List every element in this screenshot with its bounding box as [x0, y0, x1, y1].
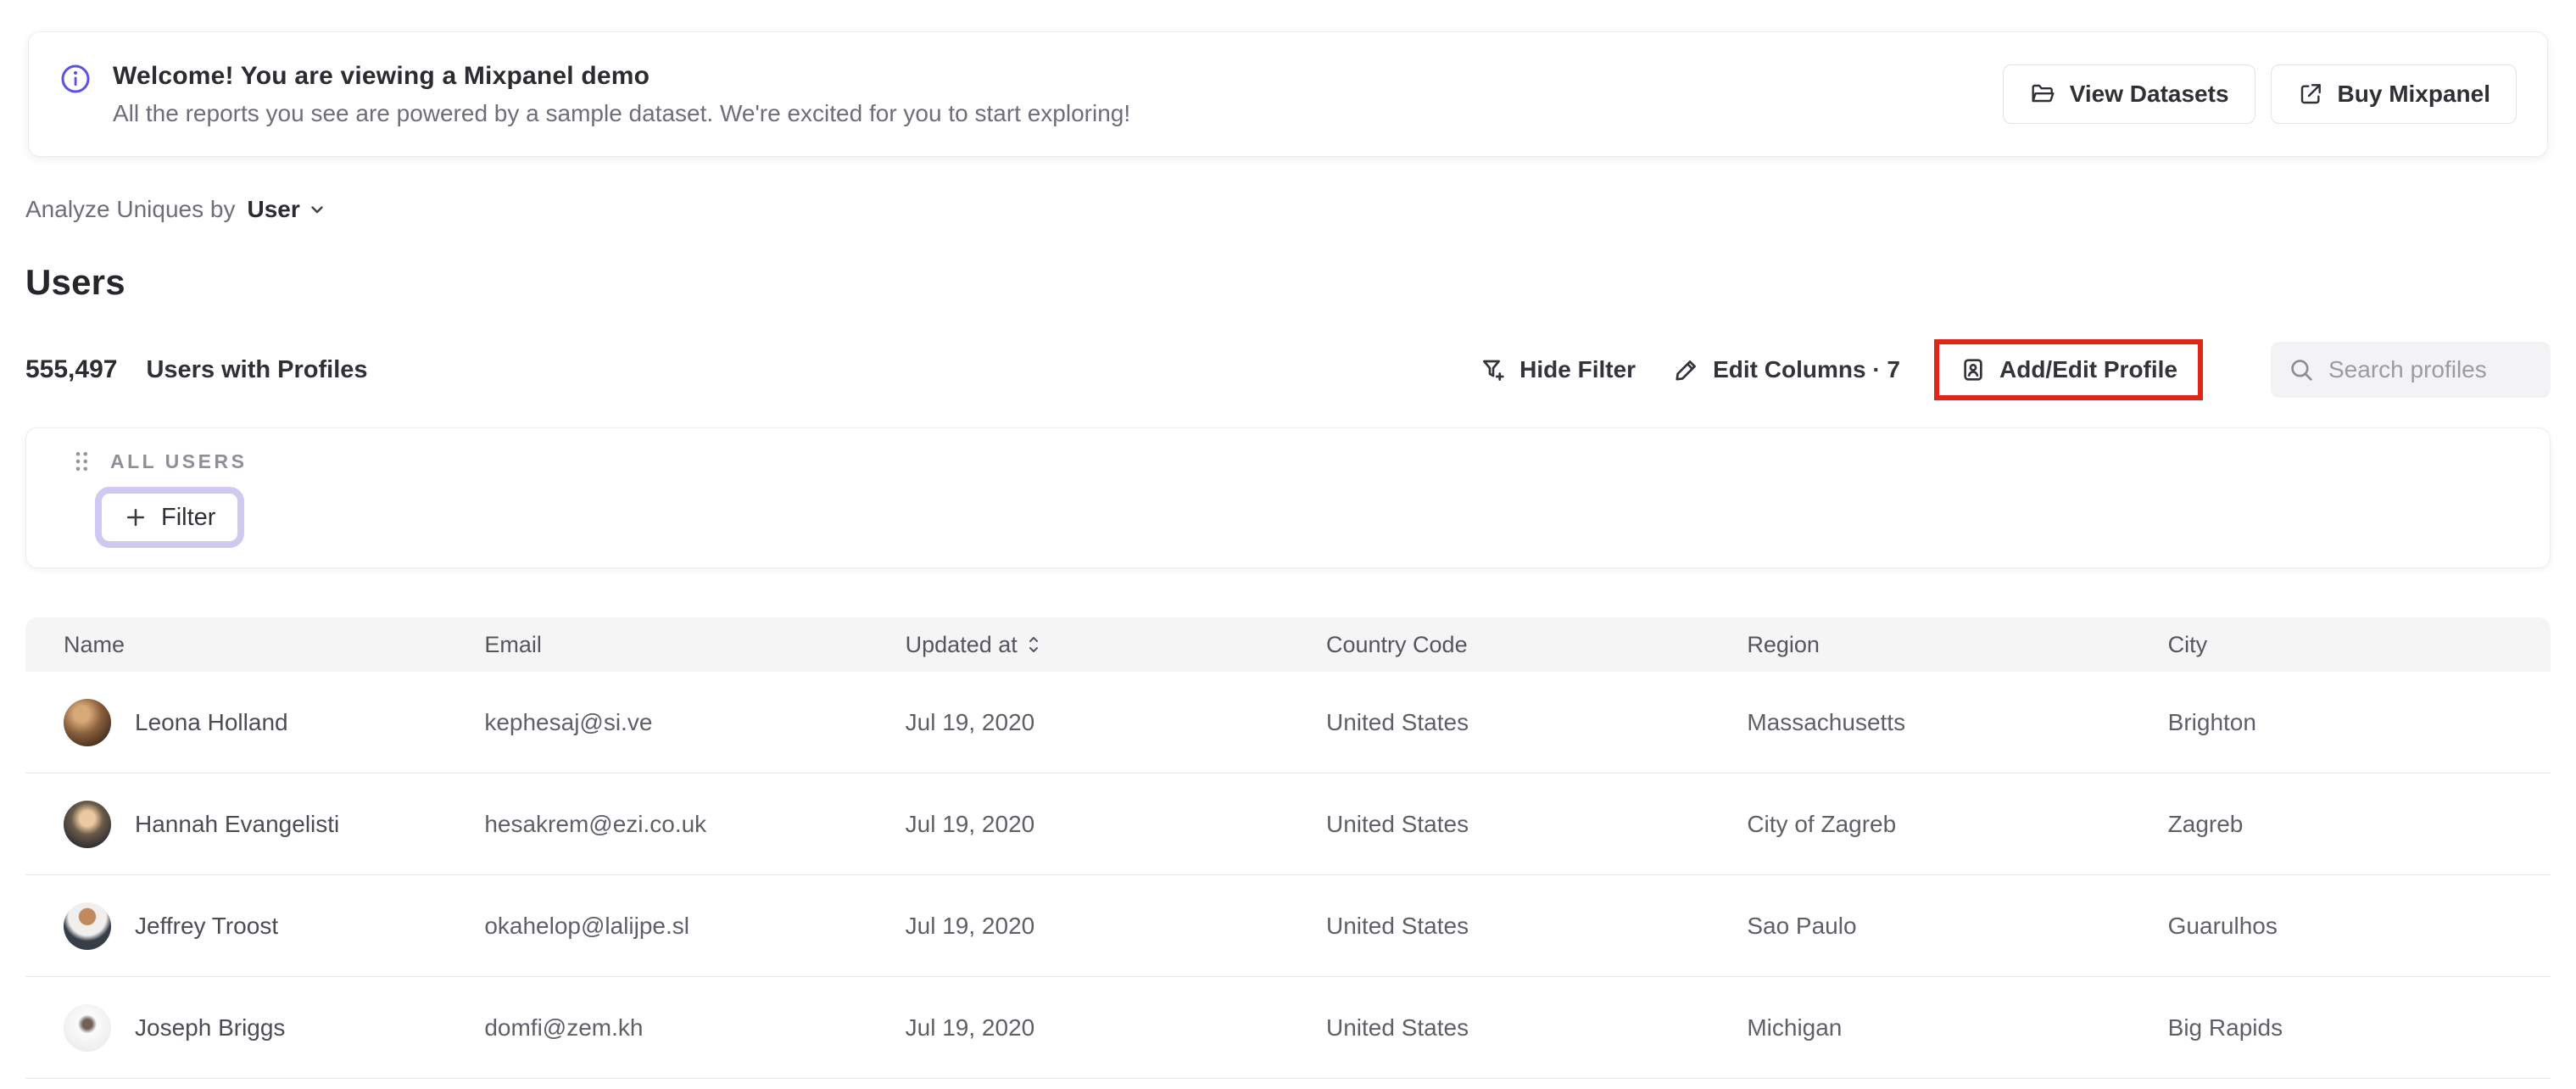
user-email: okahelop@lalijpe.sl: [484, 912, 690, 939]
add-edit-profile-label: Add/Edit Profile: [1999, 356, 2177, 383]
user-name: Leona Holland: [135, 708, 288, 735]
column-header-country-code[interactable]: Country Code: [1288, 632, 1709, 658]
hide-filter-button[interactable]: Hide Filter: [1480, 356, 1636, 383]
avatar: [64, 902, 111, 950]
column-header-name[interactable]: Name: [25, 632, 446, 658]
analyze-uniques-by-label: Analyze Uniques by: [25, 196, 236, 222]
info-icon: [61, 64, 90, 92]
column-header-email[interactable]: Email: [446, 632, 867, 658]
pencil-icon: [1676, 360, 1697, 381]
summary-toolbar-row: 555,497 Users with Profiles Hide Filter …: [25, 335, 2551, 405]
view-datasets-label: View Datasets: [2069, 81, 2229, 107]
page-title: Users: [25, 262, 125, 302]
user-name: Jeffrey Troost: [135, 912, 279, 939]
user-email: hesakrem@ezi.co.uk: [484, 810, 707, 837]
table-row[interactable]: Hannah Evangelisti hesakrem@ezi.co.uk Ju…: [25, 773, 2551, 875]
profiles-count: 555,497: [25, 355, 118, 383]
folder-open-icon: [2032, 84, 2055, 103]
user-country: United States: [1326, 912, 1469, 939]
highlight-box: Add/Edit Profile: [1934, 339, 2203, 400]
avatar: [64, 1003, 111, 1052]
external-link-icon: [2300, 84, 2321, 104]
avatar: [64, 698, 111, 746]
add-edit-profile-button[interactable]: Add/Edit Profile: [1960, 356, 2177, 383]
plus-icon: [126, 508, 145, 527]
user-updated-at: Jul 19, 2020: [905, 912, 1035, 939]
breadcrumb: Analyze Uniques by User: [25, 196, 2551, 223]
filter-funnel-icon: [1483, 360, 1504, 381]
search-icon: [2291, 360, 2312, 381]
user-name: Joseph Briggs: [135, 1014, 286, 1041]
user-city: Zagreb: [2167, 810, 2244, 837]
profile-card-icon: [1964, 359, 1982, 381]
edit-columns-button[interactable]: Edit Columns · 7: [1673, 356, 1900, 383]
table-row[interactable]: Jeffrey Troost okahelop@lalijpe.sl Jul 1…: [25, 875, 2551, 977]
user-updated-at: Jul 19, 2020: [905, 1014, 1035, 1041]
table-row[interactable]: Joseph Briggs domfi@zem.kh Jul 19, 2020 …: [25, 977, 2551, 1079]
add-filter-label: Filter: [161, 503, 216, 531]
demo-banner: Welcome! You are viewing a Mixpanel demo…: [28, 31, 2548, 157]
user-country: United States: [1326, 708, 1469, 735]
user-region: Michigan: [1747, 1014, 1843, 1041]
all-users-group-label: ALL USERS: [110, 450, 248, 472]
table-row[interactable]: Leona Holland kephesaj@si.ve Jul 19, 202…: [25, 672, 2551, 773]
user-name: Hannah Evangelisti: [135, 810, 340, 837]
user-city: Brighton: [2167, 708, 2256, 735]
buy-mixpanel-label: Buy Mixpanel: [2337, 81, 2490, 107]
search-profiles-input[interactable]: [2328, 356, 2534, 383]
user-email: domfi@zem.kh: [484, 1014, 644, 1041]
user-country: United States: [1326, 810, 1469, 837]
buy-mixpanel-button[interactable]: Buy Mixpanel: [2270, 64, 2517, 124]
filter-panel: ALL USERS Filter: [25, 427, 2551, 568]
view-datasets-button[interactable]: View Datasets: [2002, 64, 2255, 124]
user-city: Big Rapids: [2167, 1014, 2283, 1041]
avatar: [64, 800, 111, 848]
drag-handle-icon[interactable]: [71, 449, 93, 474]
column-header-city[interactable]: City: [2130, 632, 2551, 658]
profiles-count-label: Users with Profiles: [146, 355, 368, 383]
user-city: Guarulhos: [2167, 912, 2278, 939]
analyze-by-dropdown[interactable]: User: [247, 196, 326, 223]
table-header-row: Name Email Updated at Country Code Regio…: [25, 617, 2551, 672]
edit-columns-label: Edit Columns · 7: [1713, 356, 1900, 383]
banner-title: Welcome! You are viewing a Mixpanel demo: [113, 61, 650, 90]
user-country: United States: [1326, 1014, 1469, 1041]
profiles-table: Name Email Updated at Country Code Regio…: [25, 617, 2551, 1079]
user-updated-at: Jul 19, 2020: [905, 810, 1035, 837]
profiles-toolbar: Hide Filter Edit Columns · 7 Add/Edit Pr…: [1480, 339, 2551, 400]
user-updated-at: Jul 19, 2020: [905, 708, 1035, 735]
chevron-down-icon: [311, 206, 323, 214]
user-region: City of Zagreb: [1747, 810, 1897, 837]
column-header-updated-at[interactable]: Updated at: [867, 632, 1288, 658]
hide-filter-label: Hide Filter: [1519, 356, 1636, 383]
user-email: kephesaj@si.ve: [484, 708, 653, 735]
user-region: Sao Paulo: [1747, 912, 1857, 939]
sort-arrows-icon: [1029, 637, 1038, 652]
add-filter-button[interactable]: Filter: [101, 493, 239, 542]
analyze-by-selected-value: User: [247, 196, 300, 222]
column-header-region[interactable]: Region: [1709, 632, 2129, 658]
banner-subtitle: All the reports you see are powered by a…: [113, 99, 1131, 126]
user-region: Massachusetts: [1747, 708, 1906, 735]
search-profiles-box: [2271, 342, 2551, 398]
